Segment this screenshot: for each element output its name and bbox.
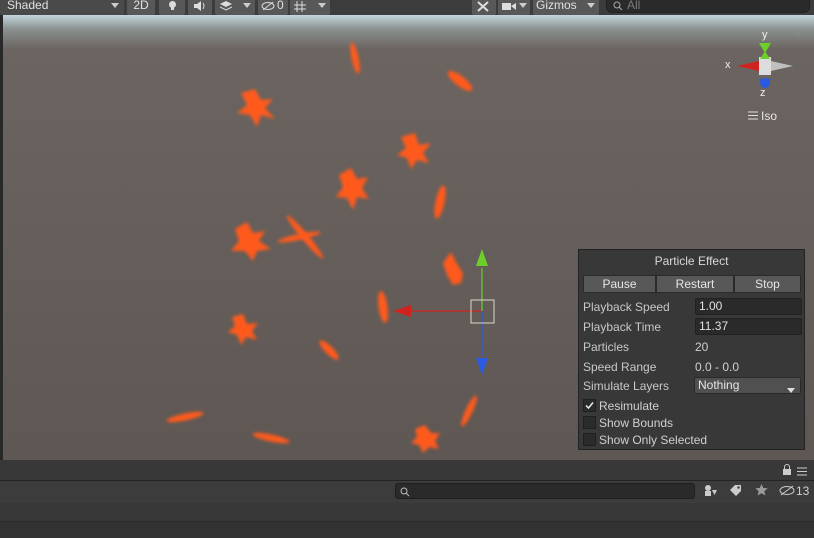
gizmos-dropdown[interactable]: Gizmos <box>533 0 599 15</box>
particle-leaf <box>447 70 473 92</box>
particle-leaf <box>319 340 339 360</box>
hidden-count: 13 <box>796 484 810 498</box>
restart-button[interactable]: Restart <box>656 275 734 293</box>
simulate-layers-dropdown[interactable]: Nothing <box>694 377 801 394</box>
simulate-layers-label: Simulate Layers <box>583 379 670 393</box>
gizmos-label: Gizmos <box>536 0 577 12</box>
lock-icon[interactable] <box>782 464 792 478</box>
search-icon <box>613 0 623 14</box>
chevron-down-icon <box>787 383 795 398</box>
menu-icon[interactable] <box>797 465 807 479</box>
projection-label: Iso <box>761 109 778 123</box>
scene-lighting-button[interactable] <box>159 0 185 15</box>
camera-dropdown[interactable] <box>498 0 530 15</box>
particle-leaf <box>231 222 271 261</box>
particle-leaf <box>336 168 369 210</box>
shading-mode-label: Shaded <box>7 0 49 12</box>
particle-leaf <box>461 395 477 427</box>
shading-mode-dropdown[interactable]: Shaded <box>0 0 124 15</box>
show-bounds-checkbox[interactable] <box>583 416 596 429</box>
orientation-gizmo[interactable] <box>737 31 803 89</box>
show-only-selected-label: Show Only Selected <box>599 433 708 447</box>
speed-range-value: 0.0 - 0.0 <box>695 360 740 374</box>
label-tag-icon[interactable] <box>729 484 742 500</box>
stop-button[interactable]: Stop <box>734 275 801 293</box>
bottom-search-input[interactable] <box>395 483 695 499</box>
chevron-down-icon <box>243 3 251 9</box>
bottom-panel: 13 <box>0 460 814 538</box>
chevron-down-icon <box>519 3 527 9</box>
playback-speed-field[interactable]: 1.00 <box>695 298 802 315</box>
particle-effect-panel: Particle Effect Pause Restart Stop Playb… <box>578 249 805 450</box>
gizmo-y-label: y <box>762 29 768 41</box>
playback-time-field[interactable]: 11.37 <box>695 318 802 335</box>
particle-leaf <box>378 291 388 323</box>
chevron-down-icon <box>318 3 326 9</box>
particles-value: 20 <box>695 340 709 354</box>
hidden-eye-icon <box>261 1 275 11</box>
grid-dropdown[interactable] <box>290 0 330 15</box>
pause-button[interactable]: Pause <box>583 275 656 293</box>
audio-toggle-button[interactable] <box>188 0 212 15</box>
search-placeholder: All <box>627 0 641 12</box>
particle-leaf <box>166 411 204 423</box>
simulate-layers-value: Nothing <box>698 378 740 392</box>
show-bounds-label: Show Bounds <box>599 416 674 430</box>
hidden-objects-button[interactable]: 0 <box>258 0 288 15</box>
hidden-count: 0 <box>277 0 284 12</box>
layers-icon <box>220 1 232 11</box>
playback-speed-label: Playback Speed <box>583 300 670 314</box>
resimulate-checkbox[interactable] <box>583 399 596 412</box>
camera-icon <box>502 2 516 11</box>
particle-leaf <box>411 425 440 453</box>
chevron-down-icon <box>111 3 119 9</box>
panel-title: Particle Effect <box>654 254 729 268</box>
particle-leaf <box>277 215 324 259</box>
favorite-star-icon[interactable] <box>755 484 768 499</box>
chevron-down-icon <box>587 3 595 9</box>
scene-search-input[interactable]: All <box>606 0 810 13</box>
show-only-selected-checkbox[interactable] <box>583 433 596 446</box>
resimulate-label: Resimulate <box>599 399 660 413</box>
gizmo-x-label: x <box>725 59 731 71</box>
toggle-2d-button[interactable]: 2D <box>127 0 155 15</box>
lightbulb-icon <box>168 1 177 11</box>
speed-range-label: Speed Range <box>583 360 657 374</box>
particle-leaf <box>350 42 360 74</box>
speaker-icon <box>194 1 206 11</box>
tools-button[interactable] <box>472 0 496 15</box>
gizmo-z-label: z <box>760 87 766 99</box>
tools-icon <box>477 1 489 12</box>
particle-leaf <box>252 432 290 444</box>
particle-leaf <box>228 314 258 345</box>
particle-leaf <box>397 133 431 169</box>
scene-toolbar: Shaded 2D 0 Gizmos All <box>0 0 814 15</box>
particles-label: Particles <box>583 340 630 354</box>
bottom-status-strip <box>0 521 814 538</box>
filter-by-type-icon[interactable] <box>704 484 718 500</box>
effects-dropdown[interactable] <box>215 0 255 15</box>
particle-leaf <box>237 89 275 127</box>
move-tool-handle[interactable] <box>393 249 495 375</box>
particle-leaf <box>434 185 446 219</box>
grid-icon <box>294 1 306 12</box>
checkmark-icon <box>585 402 594 410</box>
particle-leaf <box>443 252 463 285</box>
hidden-eye-icon[interactable] <box>779 485 795 499</box>
playback-time-label: Playback Time <box>583 320 662 334</box>
search-icon <box>400 486 410 500</box>
